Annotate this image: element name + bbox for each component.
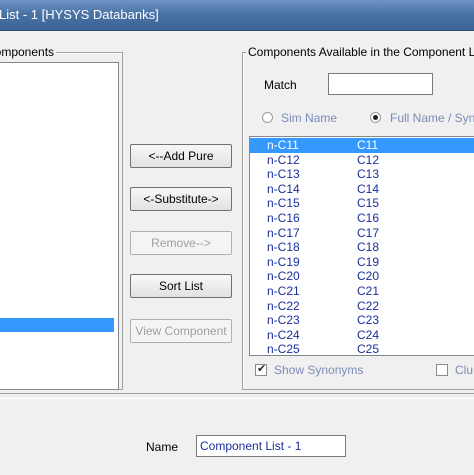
list-item[interactable]: n-C13 C13 bbox=[250, 167, 474, 182]
footer-divider bbox=[0, 398, 474, 399]
remove-button[interactable]: Remove--> bbox=[130, 231, 232, 255]
list-item[interactable]: n-C18 C18 bbox=[250, 240, 474, 255]
list-item[interactable]: n-C19 C19 bbox=[250, 255, 474, 270]
selected-component-row[interactable] bbox=[0, 318, 114, 332]
match-label: Match bbox=[264, 78, 297, 92]
list-item[interactable]: n-C21 C21 bbox=[250, 284, 474, 299]
selected-components-label: Components bbox=[0, 45, 57, 59]
list-item[interactable]: n-C15 C15 bbox=[250, 196, 474, 211]
show-synonyms-checkbox[interactable]: ✔ bbox=[255, 363, 267, 376]
selected-components-list[interactable] bbox=[0, 62, 119, 390]
footer-panel bbox=[0, 393, 474, 475]
list-item[interactable]: n-C16 C16 bbox=[250, 211, 474, 226]
available-components-list[interactable]: n-C11 C11 n-C12 C12 n-C13 C13 n-C14 C14 n-C1… bbox=[249, 136, 474, 356]
list-item[interactable]: n-C22 C22 bbox=[250, 299, 474, 314]
add-pure-button[interactable]: <--Add Pure bbox=[130, 144, 232, 168]
sort-list-button[interactable]: Sort List bbox=[130, 274, 232, 298]
full-name-radio-label: Full Name / Syn bbox=[390, 111, 474, 125]
sim-name-radio-label: Sim Name bbox=[281, 111, 338, 125]
list-item[interactable]: n-C17 C17 bbox=[250, 226, 474, 241]
match-input[interactable] bbox=[328, 73, 433, 95]
list-item[interactable]: n-C24 C24 bbox=[250, 328, 474, 343]
name-input[interactable] bbox=[196, 435, 346, 457]
cluster-label: Clu bbox=[455, 363, 474, 377]
list-item[interactable]: n-C11 C11 bbox=[250, 138, 474, 153]
list-item[interactable]: n-C20 C20 bbox=[250, 269, 474, 284]
full-name-radio[interactable] bbox=[370, 112, 381, 123]
cluster-checkbox[interactable] bbox=[436, 364, 448, 376]
name-label: Name bbox=[146, 440, 179, 454]
list-item[interactable]: n-C23 C23 bbox=[250, 313, 474, 328]
list-item[interactable]: n-C25 C25 bbox=[250, 342, 474, 355]
title-bar[interactable]: List - 1 [HYSYS Databanks] bbox=[0, 0, 474, 31]
show-synonyms-label: Show Synonyms bbox=[274, 363, 364, 377]
sim-name-radio[interactable] bbox=[262, 112, 273, 123]
substitute-button[interactable]: <-Substitute-> bbox=[130, 187, 232, 211]
list-item[interactable]: n-C14 C14 bbox=[250, 182, 474, 197]
window-title: List - 1 [HYSYS Databanks] bbox=[0, 7, 159, 22]
available-components-label: Components Available in the Component L bbox=[246, 45, 474, 59]
list-item[interactable]: n-C12 C12 bbox=[250, 153, 474, 168]
view-component-button[interactable]: View Component bbox=[130, 319, 232, 343]
check-icon: ✔ bbox=[257, 363, 267, 375]
